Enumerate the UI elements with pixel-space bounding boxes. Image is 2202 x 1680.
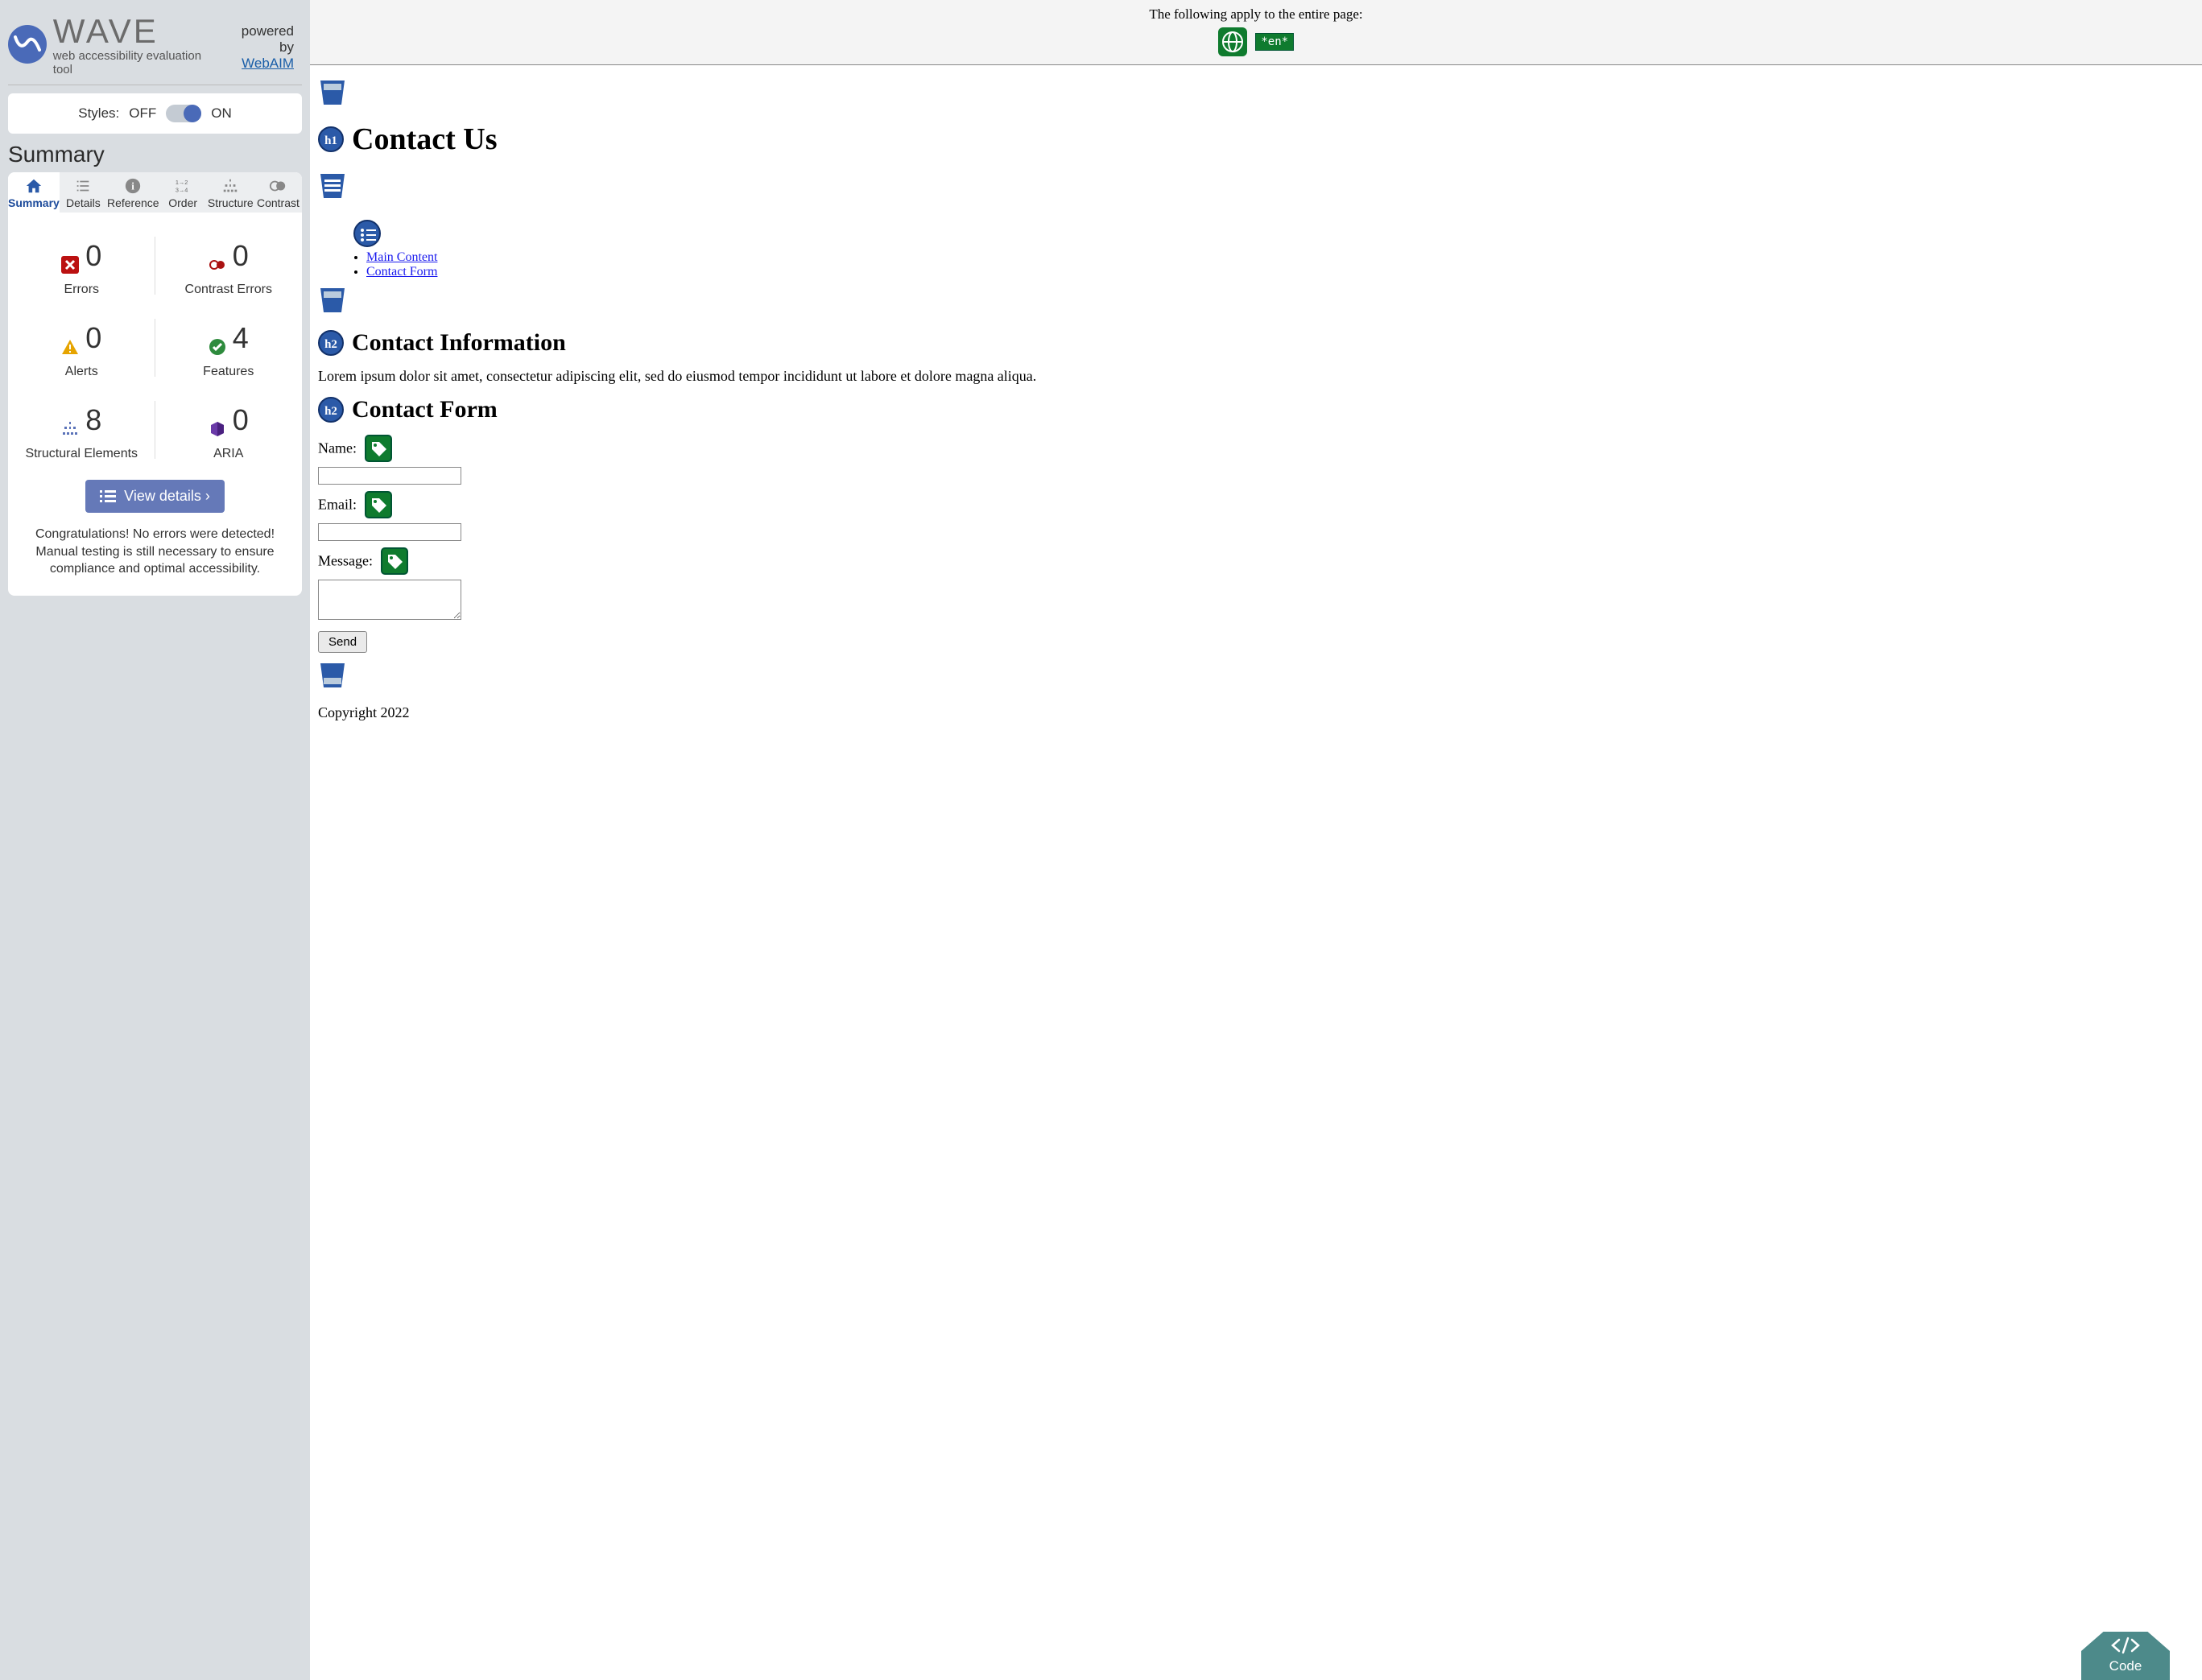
copyright-text: Copyright 2022 bbox=[318, 704, 2194, 721]
page-banner: The following apply to the entire page: … bbox=[310, 0, 2202, 65]
styles-off-label: OFF bbox=[129, 105, 156, 122]
page-preview: The following apply to the entire page: … bbox=[310, 0, 2202, 1680]
feature-icon bbox=[209, 329, 226, 347]
header-region-icon[interactable] bbox=[318, 78, 347, 107]
send-button[interactable]: Send bbox=[318, 631, 367, 653]
wave-sidebar: WAVE web accessibility evaluation tool p… bbox=[0, 0, 310, 1680]
count-contrast-errors: 0 Contrast Errors bbox=[155, 225, 303, 307]
h2-badge-icon[interactable]: h2 bbox=[318, 330, 344, 356]
name-row: Name: bbox=[318, 435, 2194, 485]
main-region-icon[interactable] bbox=[318, 286, 347, 315]
styles-on-label: ON bbox=[211, 105, 232, 122]
svg-text:1→2: 1→2 bbox=[176, 179, 188, 186]
info-icon: i bbox=[124, 177, 142, 195]
powered-by: powered by WebAIM bbox=[223, 23, 294, 72]
code-icon bbox=[2109, 1637, 2142, 1654]
powered-by-label: powered by bbox=[242, 23, 294, 55]
styles-toggle[interactable] bbox=[166, 105, 201, 122]
order-icon: 1→23→4 bbox=[174, 177, 192, 195]
count-aria: 0 ARIA bbox=[155, 389, 303, 471]
footer-region-icon[interactable] bbox=[318, 661, 347, 690]
lang-badge[interactable]: *en* bbox=[1255, 33, 1294, 51]
tab-reference[interactable]: i Reference bbox=[107, 172, 159, 213]
tab-bar: Summary Details i Reference 1→23→4 Order… bbox=[8, 172, 302, 213]
email-input[interactable] bbox=[318, 523, 461, 541]
aria-icon bbox=[209, 411, 226, 429]
h1-row: h1 Contact Us bbox=[318, 122, 2194, 157]
email-label: Email: bbox=[318, 497, 357, 513]
list-item: Main Content bbox=[366, 250, 2194, 265]
webaim-link[interactable]: WebAIM bbox=[242, 56, 294, 71]
view-details-button[interactable]: View details › bbox=[85, 480, 225, 513]
skip-form-link[interactable]: Contact Form bbox=[366, 265, 437, 279]
brand-subtitle: web accessibility evaluation tool bbox=[53, 49, 224, 76]
banner-text: The following apply to the entire page: bbox=[310, 6, 2202, 23]
language-icon[interactable] bbox=[1218, 27, 1247, 56]
tab-details[interactable]: Details bbox=[60, 172, 107, 213]
h2-badge-icon[interactable]: h2 bbox=[318, 397, 344, 423]
count-alerts: 0 Alerts bbox=[8, 307, 155, 389]
brand-title: WAVE bbox=[53, 12, 224, 51]
contrast-icon bbox=[269, 177, 287, 195]
list-icon bbox=[100, 490, 116, 503]
message-row: Message: bbox=[318, 547, 2194, 620]
page-h2-info: Contact Information bbox=[352, 329, 566, 356]
wave-logo-icon bbox=[8, 25, 47, 64]
tab-contrast[interactable]: Contrast bbox=[254, 172, 302, 213]
summary-panel: Summary Details i Reference 1→23→4 Order… bbox=[8, 172, 302, 596]
svg-text:i: i bbox=[131, 181, 134, 192]
email-row: Email: bbox=[318, 491, 2194, 541]
home-icon bbox=[25, 177, 43, 195]
count-features: 4 Features bbox=[155, 307, 303, 389]
form-label-icon[interactable] bbox=[365, 435, 392, 462]
count-structural: 8 Structural Elements bbox=[8, 389, 155, 471]
h2-info-row: h2 Contact Information bbox=[318, 329, 2194, 357]
count-errors: 0 Errors bbox=[8, 225, 155, 307]
message-label: Message: bbox=[318, 553, 373, 569]
counts-grid: 0 Errors 0 Contrast Errors 0 Alerts 4 Fe… bbox=[8, 213, 302, 475]
nav-region-icon[interactable] bbox=[318, 171, 347, 200]
form-label-icon[interactable] bbox=[365, 491, 392, 518]
unordered-list-icon[interactable] bbox=[353, 220, 381, 247]
tab-summary[interactable]: Summary bbox=[8, 172, 60, 213]
tab-order[interactable]: 1→23→4 Order bbox=[159, 172, 207, 213]
name-label: Name: bbox=[318, 440, 357, 456]
contrast-error-icon bbox=[209, 247, 226, 265]
message-textarea[interactable] bbox=[318, 580, 461, 620]
tab-structure[interactable]: Structure bbox=[207, 172, 254, 213]
congrats-message: Congratulations! No errors were detected… bbox=[8, 526, 302, 578]
alert-icon bbox=[61, 329, 79, 347]
skip-link-list: Main Content Contact Form bbox=[353, 250, 2194, 279]
styles-toggle-card: Styles: OFF ON bbox=[8, 93, 302, 134]
h1-badge-icon[interactable]: h1 bbox=[318, 126, 344, 152]
brand-row: WAVE web accessibility evaluation tool p… bbox=[8, 8, 302, 85]
list-icon bbox=[74, 177, 92, 195]
lorem-paragraph: Lorem ipsum dolor sit amet, consectetur … bbox=[318, 368, 2194, 385]
page-h2-form: Contact Form bbox=[352, 396, 498, 423]
list-item: Contact Form bbox=[366, 265, 2194, 279]
form-label-icon[interactable] bbox=[381, 547, 408, 575]
svg-text:3→4: 3→4 bbox=[176, 186, 188, 193]
styles-label: Styles: bbox=[78, 105, 119, 122]
h2-form-row: h2 Contact Form bbox=[318, 396, 2194, 423]
structural-icon bbox=[61, 411, 79, 429]
hierarchy-icon bbox=[221, 177, 239, 195]
panel-title: Summary bbox=[8, 142, 302, 167]
page-h1: Contact Us bbox=[352, 122, 497, 156]
skip-main-link[interactable]: Main Content bbox=[366, 250, 437, 264]
error-icon bbox=[61, 247, 79, 265]
name-input[interactable] bbox=[318, 467, 461, 485]
